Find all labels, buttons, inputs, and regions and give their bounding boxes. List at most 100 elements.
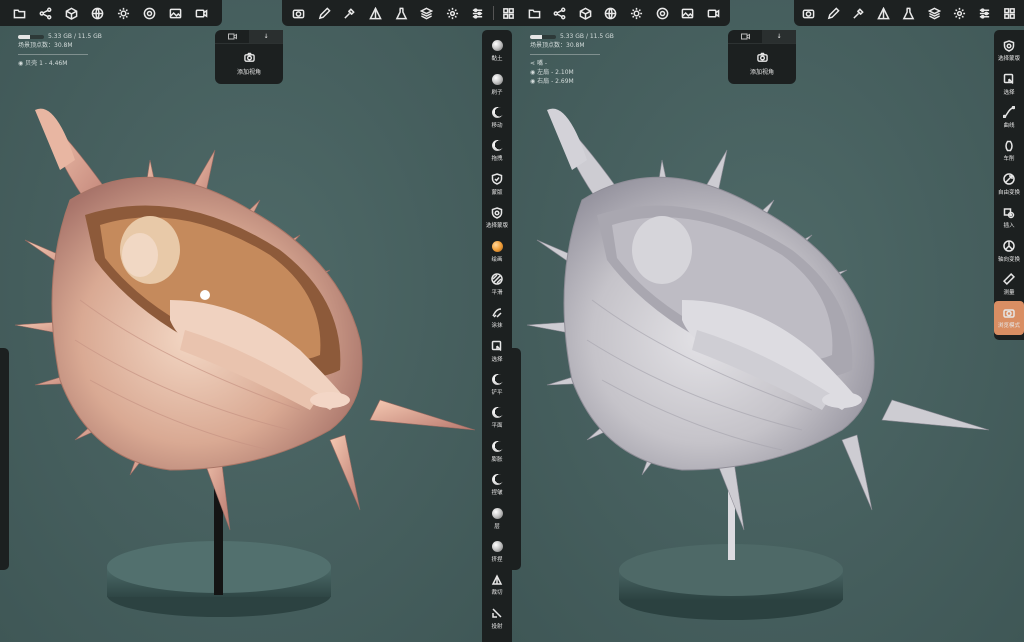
video-icon[interactable] (700, 0, 726, 26)
tool-moon-11[interactable]: 平面 (482, 401, 512, 434)
transform-icon (1003, 173, 1016, 186)
gear-icon[interactable] (947, 0, 972, 26)
axis-icon (1003, 240, 1016, 253)
left-viewport[interactable]: 5.33 GB / 11.5 GB 场景顶点数：30.8M ◉ 贝壳 1 - 4… (0, 0, 512, 642)
camera-icon[interactable] (286, 0, 312, 26)
add-view-button[interactable]: 添加视角 (215, 44, 283, 76)
globe-icon[interactable] (84, 0, 110, 26)
download-icon[interactable]: ↓ (762, 30, 796, 43)
tool-label: 裁切 (491, 590, 503, 597)
sun-icon[interactable] (624, 0, 650, 26)
tool-sphere-15[interactable]: 挤捏 (482, 535, 512, 568)
video-icon[interactable] (215, 30, 249, 43)
tool-transform-4[interactable]: 自由变换 (994, 168, 1024, 201)
tool-select-9[interactable]: 选择 (482, 335, 512, 368)
flask-icon[interactable] (388, 0, 414, 26)
layers-icon[interactable] (922, 0, 947, 26)
pipette-icon[interactable] (337, 0, 363, 26)
flask-icon[interactable] (896, 0, 921, 26)
tool-lathe-3[interactable]: 车削 (994, 134, 1024, 167)
pen-icon[interactable] (821, 0, 846, 26)
triangle-icon[interactable] (871, 0, 896, 26)
tool-insert-5[interactable]: 插入 (994, 201, 1024, 234)
settings-icon[interactable] (649, 0, 675, 26)
tool-curve-2[interactable]: 曲线 (994, 101, 1024, 134)
sliders-icon[interactable] (465, 0, 491, 26)
folder-icon[interactable] (6, 0, 32, 26)
tool-shield-select-5[interactable]: 选择蒙版 (482, 201, 512, 234)
tool-label: 选择蒙版 (997, 56, 1020, 63)
orange-icon (491, 240, 504, 253)
tool-smudge-8[interactable]: 涂抹 (482, 301, 512, 334)
triangle-icon[interactable] (363, 0, 389, 26)
tool-moon-3[interactable]: 拖拽 (482, 134, 512, 167)
tool-ruler-7[interactable]: 测量 (994, 268, 1024, 301)
folder-icon[interactable] (521, 0, 547, 26)
sun-icon[interactable] (110, 0, 136, 26)
nodes-icon[interactable] (32, 0, 58, 26)
pen-icon[interactable] (312, 0, 338, 26)
tool-shield-4[interactable]: 蒙版 (482, 168, 512, 201)
eye-icon[interactable]: ◉ (530, 78, 535, 85)
object-item[interactable]: ◉ 贝壳 1 - 4.46M (18, 59, 102, 68)
tool-axis-6[interactable]: 轴向变换 (994, 234, 1024, 267)
left-collapsed-sidebar[interactable] (0, 348, 9, 570)
tool-shield-select-0[interactable]: 选择蒙版 (994, 34, 1024, 67)
group-icon: ⋖ (530, 60, 536, 67)
shield-select-icon (1003, 39, 1016, 52)
download-icon[interactable]: ↓ (249, 30, 283, 43)
camera-popup: ↓ 添加视角 (215, 30, 283, 84)
vertex-count: 场景顶点数：30.8M (530, 42, 585, 49)
right-toolbar-group (794, 0, 1024, 26)
nodes-icon[interactable] (547, 0, 573, 26)
image-icon[interactable] (675, 0, 701, 26)
tool-label: 蒙版 (491, 189, 503, 196)
gear-icon[interactable] (440, 0, 466, 26)
right-collapsed-sidebar[interactable] (512, 348, 521, 570)
sculpt-tools-sidebar: 黏土 刷子 移动 拖拽蒙版选择蒙版 绘画 平滑涂抹选择 铲平 平面 膨胀捏皱层挤捏裁切投射 (482, 30, 512, 642)
tool-label: 涂抹 (491, 323, 503, 330)
add-view-button[interactable]: 添加视角 (728, 44, 796, 76)
globe-icon[interactable] (598, 0, 624, 26)
tool-moon-13[interactable]: 捏皱 (482, 468, 512, 501)
group-item[interactable]: ⋖ 嘴 - (530, 59, 614, 68)
settings-icon[interactable] (136, 0, 162, 26)
sliders-icon[interactable] (972, 0, 997, 26)
smudge-icon (491, 306, 504, 319)
tool-sphere-1[interactable]: 刷子 (482, 67, 512, 100)
tool-hatch-7[interactable]: 平滑 (482, 268, 512, 301)
tool-moon-12[interactable]: 膨胀 (482, 435, 512, 468)
layers-icon[interactable] (414, 0, 440, 26)
tool-sphere-0[interactable]: 黏土 (482, 34, 512, 67)
tool-cut-16[interactable]: 裁切 (482, 568, 512, 601)
child-item-left[interactable]: ◉ 左扇 - 2.10M (530, 68, 614, 77)
eye-icon[interactable]: ◉ (530, 69, 535, 76)
tool-label: 测量 (1003, 289, 1015, 296)
grid-icon[interactable] (997, 0, 1022, 26)
tool-project-17[interactable]: 投射 (482, 602, 512, 635)
tool-orange-6[interactable]: 绘画 (482, 234, 512, 267)
right-stats-panel: 5.33 GB / 11.5 GB 场景顶点数：30.8M ⋖ 嘴 - ◉ 左扇… (530, 32, 614, 86)
cut-icon (491, 573, 504, 586)
pipette-icon[interactable] (846, 0, 871, 26)
tool-moon-2[interactable]: 移动 (482, 101, 512, 134)
eye-icon[interactable]: ◉ (18, 60, 23, 67)
tool-label: 捏皱 (491, 490, 503, 497)
moon-icon (491, 473, 504, 486)
tool-select-1[interactable]: 选择 (994, 67, 1024, 100)
video-icon[interactable] (188, 0, 214, 26)
child-item-right[interactable]: ◉ 右扇 - 2.69M (530, 77, 614, 86)
sphere-icon (491, 507, 504, 520)
tool-sphere-14[interactable]: 层 (482, 501, 512, 534)
cube-icon[interactable] (573, 0, 599, 26)
cube-icon[interactable] (58, 0, 84, 26)
image-icon[interactable] (162, 0, 188, 26)
camera-icon[interactable] (796, 0, 821, 26)
curve-icon (1003, 106, 1016, 119)
grid-icon[interactable] (496, 0, 522, 26)
tool-camera-8[interactable]: 浏览模式 (994, 301, 1024, 335)
hatch-icon (491, 273, 504, 286)
right-viewport[interactable]: 5.33 GB / 11.5 GB 场景顶点数：30.8M ⋖ 嘴 - ◉ 左扇… (512, 0, 1024, 642)
video-icon[interactable] (728, 30, 762, 43)
tool-moon-10[interactable]: 铲平 (482, 368, 512, 401)
